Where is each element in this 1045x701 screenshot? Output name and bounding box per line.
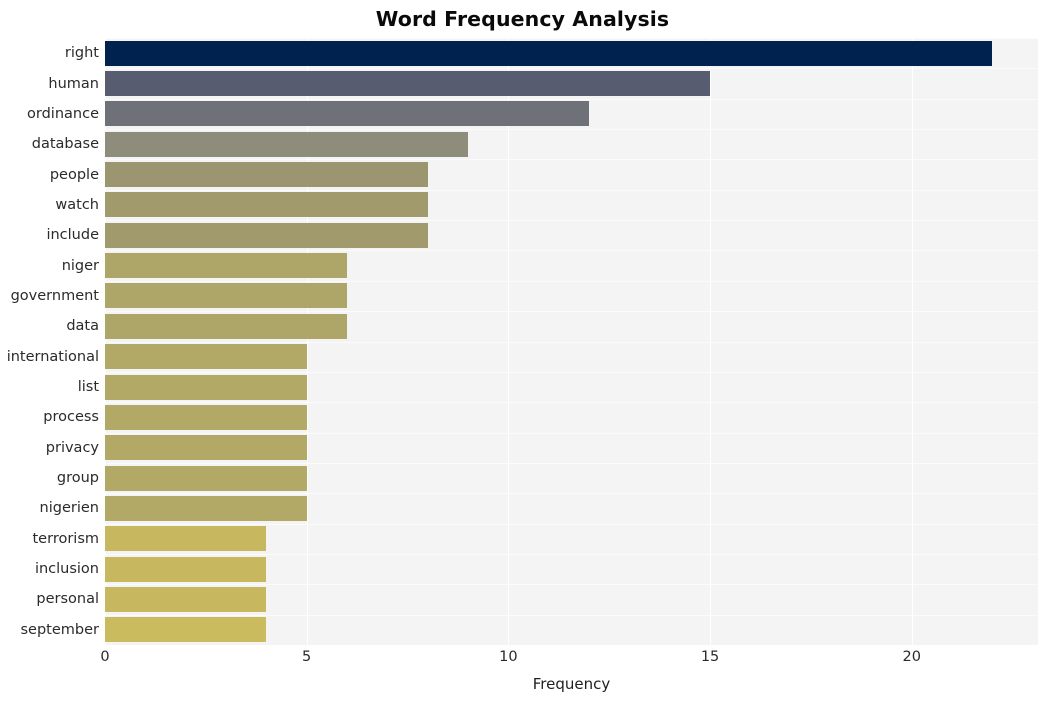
x-tick-label: 5 bbox=[302, 649, 312, 665]
bar bbox=[105, 101, 590, 127]
gridline-horizontal bbox=[105, 159, 1038, 161]
gridline-horizontal bbox=[105, 250, 1038, 252]
bar bbox=[105, 192, 428, 218]
bar bbox=[105, 374, 307, 400]
y-tick-label: government bbox=[10, 287, 99, 304]
gridline-horizontal bbox=[105, 98, 1038, 100]
gridline-vertical bbox=[105, 38, 106, 645]
x-tick-label: 0 bbox=[100, 649, 110, 665]
y-tick-label: include bbox=[46, 227, 99, 244]
bar bbox=[105, 222, 428, 248]
y-tick-label: inclusion bbox=[34, 561, 99, 578]
y-tick-label: september bbox=[20, 621, 100, 638]
bar bbox=[105, 495, 307, 521]
gridline-horizontal bbox=[105, 432, 1038, 434]
y-tick-label: people bbox=[49, 166, 99, 183]
bar bbox=[105, 617, 267, 643]
y-tick-label: right bbox=[64, 45, 99, 62]
y-tick-label: nigerien bbox=[39, 500, 99, 517]
bar bbox=[105, 465, 307, 491]
chart-title: Word Frequency Analysis bbox=[375, 7, 670, 31]
y-tick-label: human bbox=[48, 75, 99, 92]
y-tick-label: international bbox=[6, 348, 99, 365]
gridline-horizontal bbox=[105, 462, 1038, 464]
y-tick-label: niger bbox=[61, 257, 99, 274]
x-tick-label: 10 bbox=[499, 649, 518, 665]
y-axis-tick-labels: right human ordinance database people watch in… bbox=[0, 38, 99, 645]
y-tick-label: list bbox=[77, 379, 99, 396]
gridline-vertical bbox=[306, 38, 308, 645]
y-tick-label: ordinance bbox=[27, 105, 99, 122]
gridline-horizontal bbox=[105, 584, 1038, 586]
gridline-horizontal bbox=[105, 38, 1038, 39]
bar bbox=[105, 131, 469, 157]
bar bbox=[105, 435, 307, 461]
x-tick-label: 20 bbox=[902, 649, 921, 665]
gridline-vertical bbox=[508, 38, 510, 645]
bar bbox=[105, 404, 307, 430]
gridline-horizontal bbox=[105, 129, 1038, 131]
gridline-horizontal bbox=[105, 523, 1038, 525]
gridline-horizontal bbox=[105, 280, 1038, 282]
gridline-vertical bbox=[911, 38, 913, 645]
bar bbox=[105, 344, 307, 370]
gridline-horizontal bbox=[105, 614, 1038, 616]
bar bbox=[105, 162, 428, 188]
y-tick-label: group bbox=[56, 470, 99, 487]
bar bbox=[105, 283, 348, 309]
y-tick-label: privacy bbox=[45, 439, 99, 456]
bar bbox=[105, 586, 267, 612]
y-tick-label: personal bbox=[36, 591, 99, 608]
gridline-horizontal bbox=[105, 189, 1038, 191]
bar bbox=[105, 313, 348, 339]
x-axis-label: Frequency bbox=[532, 675, 611, 693]
gridline-horizontal bbox=[105, 402, 1038, 404]
chart-figure: Word Frequency Analysis right human ordina… bbox=[0, 0, 1045, 701]
y-tick-label: watch bbox=[55, 196, 99, 213]
bar bbox=[105, 253, 348, 279]
y-tick-label: data bbox=[66, 318, 99, 335]
gridline-horizontal bbox=[105, 371, 1038, 373]
gridline-horizontal bbox=[105, 553, 1038, 555]
gridline-horizontal bbox=[105, 220, 1038, 222]
gridline-horizontal bbox=[105, 68, 1038, 70]
x-axis-tick-labels: 0 5 10 15 20 bbox=[0, 648, 1045, 670]
y-tick-label: database bbox=[31, 136, 99, 153]
bar bbox=[105, 40, 993, 66]
gridline-horizontal bbox=[105, 493, 1038, 495]
plot-area bbox=[105, 38, 1038, 645]
gridline-vertical bbox=[710, 38, 712, 645]
bar bbox=[105, 556, 267, 582]
gridline-horizontal bbox=[105, 341, 1038, 343]
x-tick-label: 15 bbox=[700, 649, 720, 665]
y-tick-label: terrorism bbox=[32, 530, 100, 547]
bar bbox=[105, 71, 711, 97]
y-tick-label: process bbox=[43, 409, 99, 426]
bar bbox=[105, 526, 267, 552]
gridline-horizontal bbox=[105, 311, 1038, 313]
